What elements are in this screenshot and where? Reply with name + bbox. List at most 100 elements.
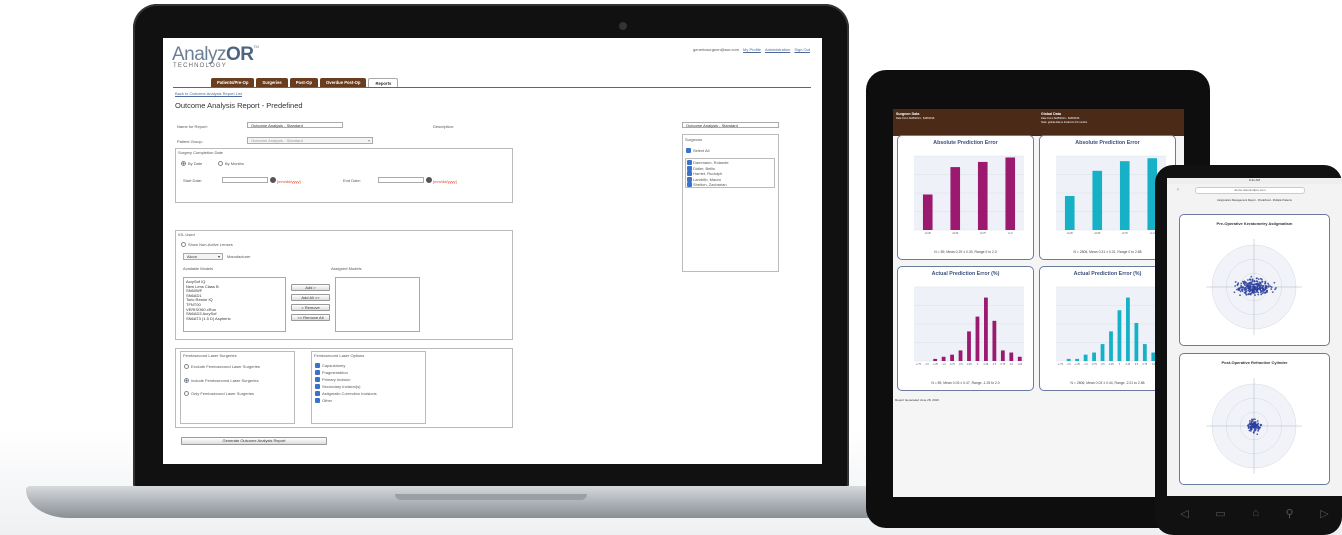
scatter-point — [1249, 293, 1252, 296]
surgery-date-label: Surgery Completion Date — [178, 150, 223, 155]
manufacturer-value: Alcon — [187, 254, 198, 259]
exclude-femto-radio[interactable] — [184, 364, 189, 369]
scatter-point — [1262, 289, 1265, 292]
laser-option-checkbox[interactable] — [315, 377, 320, 382]
report-name-input[interactable]: Outcome Analysis - Standard — [247, 122, 343, 128]
chart-bar — [977, 161, 988, 230]
start-date-hint: [mm/dd/yyyy] — [277, 179, 301, 184]
scatter-point — [1236, 284, 1239, 286]
remove-all-button[interactable]: << Remove All — [291, 314, 330, 321]
administration-link[interactable]: Administration — [765, 47, 790, 52]
laser-option-label: Secondary Incision(s) — [322, 384, 361, 389]
surgery-date-section — [175, 148, 513, 203]
select-all-checkbox[interactable] — [686, 148, 691, 153]
scatter-point — [1254, 286, 1256, 288]
laser-option-checkbox[interactable] — [315, 391, 320, 396]
end-date-hint: [mm/dd/yyyy] — [433, 179, 457, 184]
chart-bar — [1119, 161, 1130, 230]
assigned-models-list[interactable] — [335, 277, 420, 332]
breadcrumb[interactable]: Back to Outcome Analysis Report List — [175, 91, 242, 96]
scatter-point — [1245, 289, 1247, 292]
status-bar: 9:41 AM — [1167, 178, 1342, 184]
chart-card-3: Actual Prediction Error (%) -1.75 -1.5 -1.2… — [897, 266, 1034, 391]
chart-bar — [1009, 352, 1014, 361]
scatter-point — [1253, 290, 1256, 293]
start-date-input[interactable] — [222, 177, 268, 183]
x-tick-label: -1.25 — [1074, 363, 1080, 366]
my-profile-link[interactable]: My Profile — [743, 47, 761, 52]
manufacturer-select[interactable]: Alcon ▾ — [183, 253, 223, 260]
laser-option-checkbox[interactable] — [315, 384, 320, 389]
by-date-radio[interactable] — [181, 161, 186, 166]
scatter-point — [1251, 278, 1254, 281]
device-mockup-scene: AnalyzORTM TECHNOLOGY genericsurgeon@aor… — [0, 0, 1342, 535]
scatter-point — [1241, 290, 1244, 293]
chart-bar — [1064, 195, 1075, 230]
only-femto-radio[interactable] — [184, 391, 189, 396]
laser-option-checkbox[interactable] — [315, 370, 320, 375]
end-date-input[interactable] — [378, 177, 424, 183]
include-femto-radio[interactable] — [184, 378, 189, 383]
back-icon[interactable]: ◁ — [1180, 507, 1188, 520]
select-all-label: Select All — [693, 148, 710, 153]
available-models-list[interactable]: AcrySof IQ New Lens Class B SN60WF SN6AD1 To… — [183, 277, 286, 332]
scatter-point — [1253, 280, 1256, 282]
add-button[interactable]: Add > — [291, 284, 330, 291]
scatter-point — [1254, 294, 1256, 296]
chart-bar — [1005, 157, 1016, 230]
chart-bar — [992, 320, 997, 361]
report-subtitle: Astigmatism Management Report - Predefin… — [1217, 199, 1292, 202]
assigned-models-label: Assigned Models — [331, 266, 362, 271]
x-tick-label: 0 — [977, 363, 979, 366]
x-tick-label: 0.5 — [993, 363, 997, 366]
scatter-point — [1262, 284, 1265, 287]
scatter-point — [1234, 281, 1237, 283]
laser-option-checkbox[interactable] — [315, 398, 320, 403]
forward-icon[interactable]: ▷ — [1320, 507, 1328, 520]
scatter-point — [1256, 420, 1259, 422]
remove-button[interactable]: < Remove — [291, 304, 330, 311]
description-input[interactable]: Outcome Analysis - Standard — [682, 122, 779, 128]
tabs-icon[interactable]: ▭ — [1215, 507, 1225, 520]
x-tick-label: ≤0.75 — [1122, 232, 1129, 235]
scatter-point — [1251, 285, 1254, 288]
add-all-button[interactable]: Add All >> — [291, 294, 330, 301]
scatter-point — [1248, 423, 1251, 426]
x-tick-label: -0.75 — [949, 363, 955, 366]
x-tick-label: -0.75 — [1091, 363, 1097, 366]
url-bar[interactable]: demo.visionmdpro.com — [1195, 187, 1305, 194]
calendar-icon[interactable] — [426, 177, 432, 183]
x-tick-label: -0.25 — [1108, 363, 1114, 366]
polar-scatter-2 — [1206, 378, 1302, 474]
x-tick-label: -1.0 — [942, 363, 947, 366]
search-icon[interactable]: ⚲ — [1286, 507, 1294, 520]
scatter-point — [1249, 430, 1252, 432]
generate-report-button[interactable]: Generate Outcome Analysis Report — [181, 437, 327, 445]
surgeon-name: Harriet, Rudolph — [693, 171, 723, 176]
report-generated-text: Report Generated June 28, 2016 — [895, 398, 939, 402]
scatter-point — [1238, 287, 1240, 290]
surgeon-checkbox[interactable] — [687, 165, 692, 171]
by-months-radio[interactable] — [218, 161, 223, 166]
model-item[interactable]: SN6AT3 (1.5 D) Aspheric — [186, 316, 283, 322]
scatter-point — [1252, 292, 1255, 295]
laser-option-checkbox[interactable] — [315, 363, 320, 368]
scatter-point — [1255, 288, 1257, 290]
scatter-point — [1259, 282, 1262, 285]
surgeon-checkbox[interactable] — [687, 171, 692, 176]
home-icon[interactable]: ⌂ — [1252, 507, 1259, 519]
surgeon-data-title: Surgeon Data — [896, 112, 920, 116]
calendar-icon[interactable] — [270, 177, 276, 183]
by-months-label: By Months — [225, 161, 244, 166]
user-email: genericsurgeon@aor.com — [693, 47, 739, 52]
patient-group-select[interactable]: Outcome Analysis - Standard ▾ — [247, 137, 373, 144]
surgeons-label: Surgeons — [685, 137, 703, 142]
back-icon[interactable]: ‹ — [1177, 187, 1179, 193]
surgeon-checkbox[interactable] — [687, 160, 692, 165]
surgeon-checkbox[interactable] — [687, 182, 692, 187]
surgeon-checkbox[interactable] — [687, 176, 692, 182]
chart-bar — [950, 354, 954, 361]
laser-option-label: Astigmatic Correction Incisions — [322, 391, 377, 396]
sign-out-link[interactable]: Sign Out — [794, 47, 810, 52]
show-lenses-checkbox[interactable] — [181, 242, 186, 247]
